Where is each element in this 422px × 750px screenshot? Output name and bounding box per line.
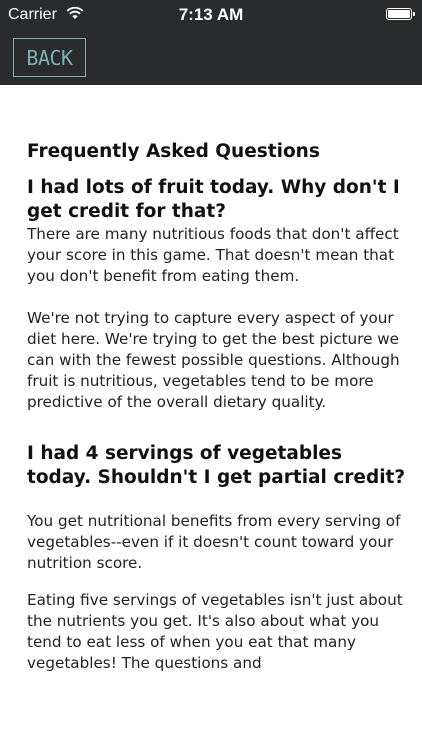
- faq-content[interactable]: Frequently Asked Questions I had lots of…: [0, 85, 422, 750]
- faq-answer-1-paragraph-2: We're not trying to capture every aspect…: [27, 309, 400, 411]
- faq-answer-1-paragraph-1: There are many nutritious foods that don…: [27, 225, 399, 285]
- faq-answer-2-paragraph-1: You get nutritional benefits from every …: [27, 512, 401, 572]
- navigation-header: Carrier 7:13 AM BACK: [0, 0, 422, 85]
- faq-question-1: I had lots of fruit today. Why don't I g…: [27, 177, 400, 222]
- clock-label: 7:13 AM: [178, 5, 244, 24]
- faq-question-2: I had 4 servings of vegetables today. Sh…: [27, 443, 406, 488]
- battery-icon: [386, 8, 415, 20]
- status-bar: Carrier 7:13 AM: [0, 0, 422, 30]
- page-title: Frequently Asked Questions: [27, 141, 320, 162]
- back-button[interactable]: BACK: [13, 38, 86, 77]
- faq-answer-2-paragraph-2: Eating five servings of vegetables isn't…: [27, 591, 403, 672]
